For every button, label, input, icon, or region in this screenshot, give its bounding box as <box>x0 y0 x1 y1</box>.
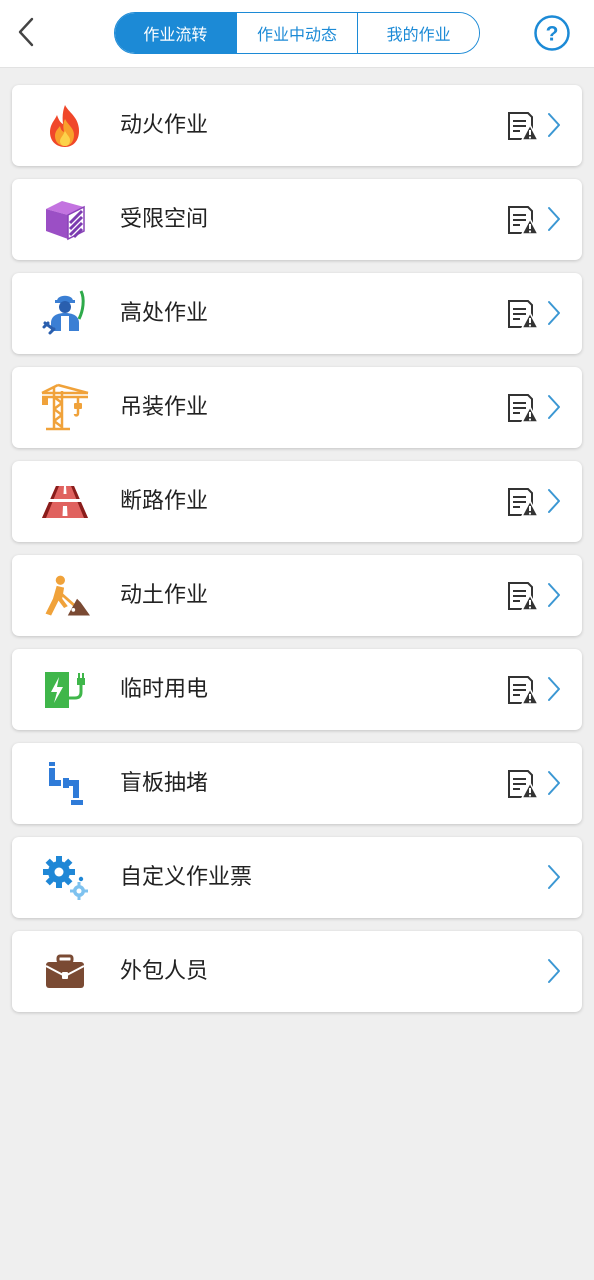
chevron-right-icon <box>548 113 560 137</box>
list-item-blind-plate[interactable]: 盲板抽堵 <box>12 743 582 824</box>
item-label: 断路作业 <box>120 489 209 514</box>
svg-text:?: ? <box>546 23 559 46</box>
chevron-right-icon <box>548 489 560 513</box>
item-label: 动火作业 <box>120 113 209 138</box>
briefcase-icon <box>40 947 90 997</box>
list-item-lifting-work[interactable]: 吊装作业 <box>12 367 582 448</box>
chevron-right-icon <box>548 865 560 889</box>
chevron-right-icon <box>548 395 560 419</box>
help-icon: ? <box>534 15 570 51</box>
road-icon <box>40 477 90 527</box>
top-bar: 作业流转 作业中动态 我的作业 ? <box>0 0 594 68</box>
document-warning-icon[interactable] <box>506 204 540 236</box>
chevron-right-icon <box>548 301 560 325</box>
chevron-right-icon <box>548 677 560 701</box>
list-item-road-break-work[interactable]: 断路作业 <box>12 461 582 542</box>
gears-icon <box>40 853 90 903</box>
item-label: 吊装作业 <box>120 395 209 420</box>
work-type-list: 动火作业 受限空间 高处作业 吊装作业 断路作业 动土作业 临时用电 盲板抽堵 … <box>12 85 582 1025</box>
list-item-temporary-power[interactable]: 临时用电 <box>12 649 582 730</box>
item-label: 自定义作业票 <box>120 865 253 890</box>
electric-plug-icon <box>40 665 90 715</box>
digging-worker-icon <box>40 571 90 621</box>
chevron-right-icon <box>548 959 560 983</box>
crane-icon <box>40 383 90 433</box>
document-warning-icon[interactable] <box>506 298 540 330</box>
tab-my-work[interactable]: 我的作业 <box>357 13 479 53</box>
item-label: 受限空间 <box>120 207 209 232</box>
document-warning-icon[interactable] <box>506 110 540 142</box>
document-warning-icon[interactable] <box>506 486 540 518</box>
item-label: 临时用电 <box>120 677 209 702</box>
fire-icon <box>40 101 90 151</box>
item-label: 盲板抽堵 <box>120 771 209 796</box>
tab-in-progress[interactable]: 作业中动态 <box>235 13 358 53</box>
help-button[interactable]: ? <box>533 14 571 52</box>
document-warning-icon[interactable] <box>506 392 540 424</box>
chevron-right-icon <box>548 207 560 231</box>
document-warning-icon[interactable] <box>506 674 540 706</box>
back-arrow-icon <box>18 17 34 47</box>
item-label: 高处作业 <box>120 301 209 326</box>
chevron-right-icon <box>548 583 560 607</box>
list-item-excavation-work[interactable]: 动土作业 <box>12 555 582 636</box>
segmented-tabs: 作业流转 作业中动态 我的作业 <box>114 12 480 54</box>
item-label: 动土作业 <box>120 583 209 608</box>
height-worker-icon <box>40 289 90 339</box>
tab-workflow[interactable]: 作业流转 <box>115 13 236 53</box>
list-item-custom-ticket[interactable]: 自定义作业票 <box>12 837 582 918</box>
back-button[interactable] <box>8 14 44 50</box>
list-item-outsourced-staff[interactable]: 外包人员 <box>12 931 582 1012</box>
document-warning-icon[interactable] <box>506 768 540 800</box>
list-item-height-work[interactable]: 高处作业 <box>12 273 582 354</box>
item-label: 外包人员 <box>120 959 209 984</box>
confined-space-cube-icon <box>40 195 90 245</box>
document-warning-icon[interactable] <box>506 580 540 612</box>
list-item-hot-work[interactable]: 动火作业 <box>12 85 582 166</box>
chevron-right-icon <box>548 771 560 795</box>
list-item-confined-space[interactable]: 受限空间 <box>12 179 582 260</box>
pipe-blind-icon <box>40 759 90 809</box>
